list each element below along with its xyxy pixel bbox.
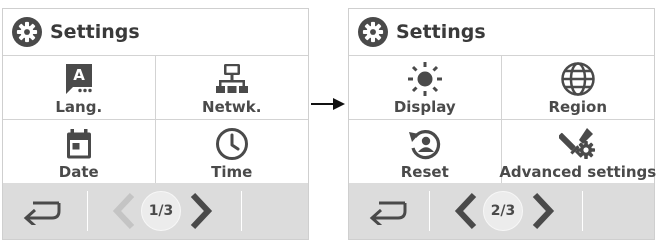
page-indicator: 2/3	[483, 191, 523, 231]
clock-icon	[215, 125, 249, 163]
navigation-footer: 1/3	[3, 183, 308, 239]
page-indicator: 1/3	[141, 191, 181, 231]
settings-screen-page-2: Settings Display Region Reset Advanced s…	[348, 8, 657, 240]
next-page-button[interactable]	[530, 192, 556, 230]
settings-item-language[interactable]: A Lang.	[3, 56, 156, 120]
chevron-right-icon	[190, 192, 213, 230]
next-page-button[interactable]	[188, 192, 214, 230]
screen-header: Settings	[3, 9, 308, 56]
reset-icon	[408, 125, 442, 163]
settings-item-label: Date	[58, 163, 99, 181]
settings-item-label: Lang.	[55, 98, 103, 116]
settings-item-display[interactable]: Display	[349, 56, 502, 120]
chevron-left-icon	[112, 192, 135, 230]
settings-item-label: Advanced settings	[499, 163, 657, 181]
footer-divider	[582, 191, 583, 231]
page-title: Settings	[396, 21, 486, 43]
back-button[interactable]	[21, 197, 65, 228]
settings-item-label: Region	[548, 98, 608, 116]
tools-icon	[558, 125, 597, 163]
settings-item-date[interactable]: Date	[3, 120, 156, 184]
footer-divider	[429, 191, 430, 231]
globe-icon	[560, 60, 596, 98]
settings-item-reset[interactable]: Reset	[349, 120, 502, 184]
settings-item-label: Netwk.	[202, 98, 262, 116]
settings-item-time[interactable]: Time	[156, 120, 309, 184]
navigation-footer: 2/3	[349, 183, 654, 239]
screen-header: Settings	[349, 9, 654, 56]
back-arrow-icon	[23, 201, 61, 228]
previous-page-button[interactable]	[111, 192, 137, 230]
settings-grid: A Lang. Netwk. Date Time	[3, 56, 308, 184]
chevron-left-icon	[454, 192, 477, 230]
settings-item-label: Display	[393, 98, 456, 116]
settings-item-label: Reset	[400, 163, 449, 181]
settings-item-label: Time	[211, 163, 253, 181]
right-arrow-icon	[311, 98, 345, 110]
network-icon	[215, 60, 249, 98]
brightness-icon	[407, 60, 443, 98]
gear-icon	[358, 17, 388, 47]
footer-divider	[241, 191, 242, 231]
previous-page-button[interactable]	[453, 192, 479, 230]
settings-grid: Display Region Reset Advanced settings	[349, 56, 657, 184]
gear-icon	[12, 17, 42, 47]
calendar-icon	[65, 125, 93, 163]
settings-item-region[interactable]: Region	[501, 56, 654, 120]
footer-divider	[87, 191, 88, 231]
settings-screen-page-1: Settings A Lang. Netwk. Date Time 1/3	[2, 8, 309, 240]
language-icon: A	[64, 60, 94, 98]
page-title: Settings	[50, 21, 140, 43]
chevron-right-icon	[532, 192, 555, 230]
back-button[interactable]	[367, 197, 411, 228]
settings-item-advanced-settings[interactable]: Advanced settings	[499, 120, 657, 184]
settings-item-network[interactable]: Netwk.	[155, 56, 308, 120]
back-arrow-icon	[369, 201, 407, 228]
svg-text:A: A	[73, 66, 85, 84]
